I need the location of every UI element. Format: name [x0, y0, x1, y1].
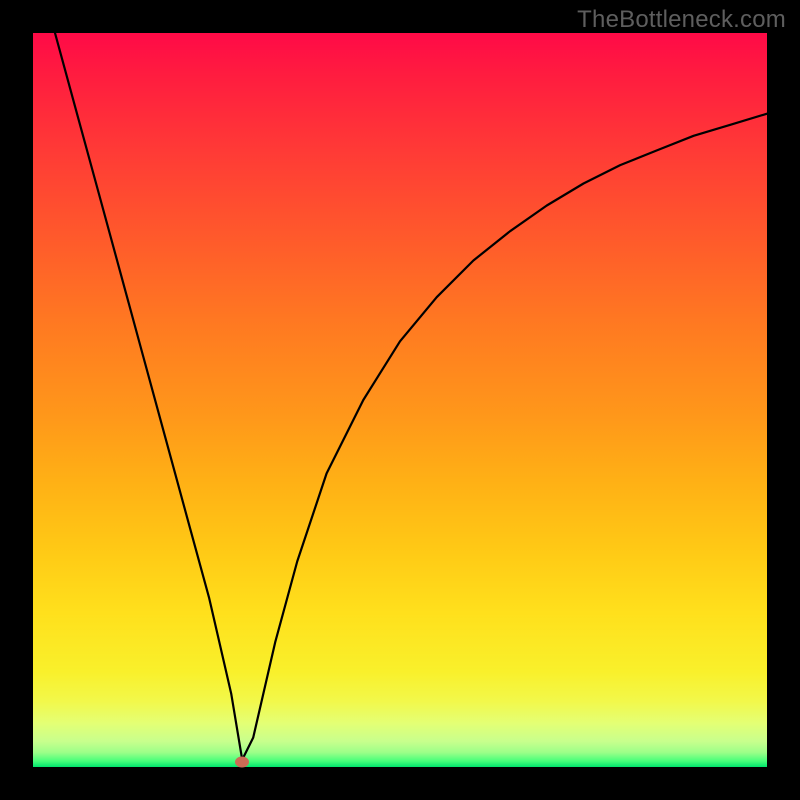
chart-frame: TheBottleneck.com: [0, 0, 800, 800]
minimum-marker: [235, 756, 249, 767]
plot-area: [33, 33, 767, 767]
watermark-text: TheBottleneck.com: [577, 6, 786, 34]
bottleneck-curve: [33, 33, 767, 767]
